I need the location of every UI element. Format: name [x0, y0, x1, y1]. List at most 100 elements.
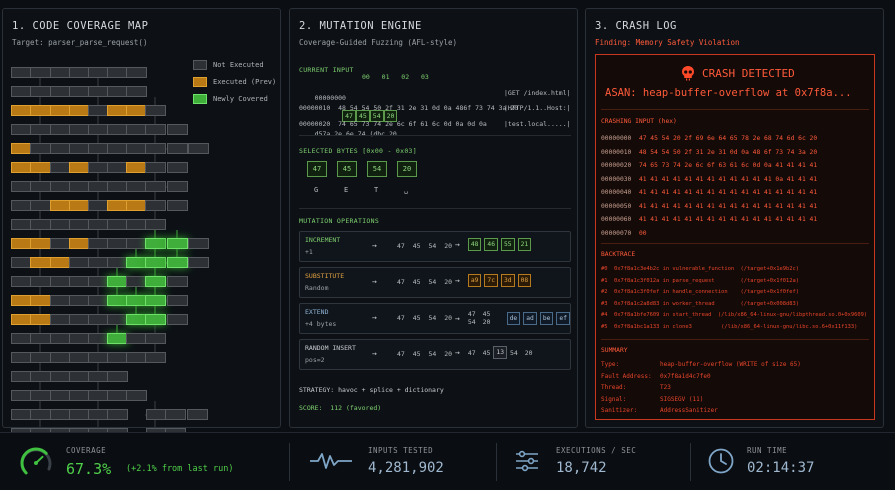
- coverage-block[interactable]: [69, 333, 90, 344]
- coverage-block[interactable]: [107, 67, 128, 78]
- coverage-block[interactable]: [88, 314, 109, 325]
- coverage-block[interactable]: [88, 409, 109, 420]
- coverage-block[interactable]: [126, 86, 147, 97]
- coverage-block[interactable]: [145, 162, 166, 173]
- coverage-block[interactable]: [126, 390, 147, 401]
- backtrace-frame[interactable]: #4 0x7f8a1bfe7609 in start_thread (/lib/…: [601, 312, 867, 318]
- coverage-block[interactable]: [50, 276, 71, 287]
- coverage-block[interactable]: [165, 409, 186, 420]
- coverage-block[interactable]: [126, 352, 147, 363]
- coverage-block[interactable]: [167, 200, 188, 211]
- coverage-block[interactable]: [11, 219, 32, 230]
- coverage-block[interactable]: [107, 86, 128, 97]
- coverage-block[interactable]: [107, 333, 128, 344]
- coverage-block[interactable]: [107, 257, 128, 268]
- coverage-block[interactable]: [50, 124, 71, 135]
- coverage-block[interactable]: [30, 162, 51, 173]
- coverage-block[interactable]: [107, 124, 128, 135]
- coverage-block[interactable]: [50, 333, 71, 344]
- coverage-block[interactable]: [107, 352, 128, 363]
- coverage-block[interactable]: [167, 162, 188, 173]
- coverage-block[interactable]: [11, 200, 32, 211]
- coverage-block[interactable]: [50, 143, 71, 154]
- coverage-block[interactable]: [126, 124, 147, 135]
- backtrace-frame[interactable]: #3 0x7f8a1c2a8d83 in worker_thread (/tar…: [601, 301, 799, 307]
- coverage-block[interactable]: [69, 276, 90, 287]
- coverage-block[interactable]: [11, 257, 32, 268]
- coverage-block[interactable]: [107, 238, 128, 249]
- coverage-block[interactable]: [30, 124, 51, 135]
- coverage-block[interactable]: [50, 257, 71, 268]
- coverage-block[interactable]: [30, 352, 51, 363]
- coverage-block[interactable]: [50, 181, 71, 192]
- coverage-block[interactable]: [167, 276, 188, 287]
- coverage-block[interactable]: [69, 390, 90, 401]
- coverage-block[interactable]: [88, 257, 109, 268]
- coverage-block[interactable]: [88, 238, 109, 249]
- coverage-block[interactable]: [30, 143, 51, 154]
- coverage-block[interactable]: [30, 333, 51, 344]
- coverage-block[interactable]: [69, 124, 90, 135]
- coverage-block[interactable]: [126, 295, 147, 306]
- selected-byte-box[interactable]: 47: [307, 161, 327, 177]
- coverage-block[interactable]: [167, 314, 188, 325]
- selected-byte-box[interactable]: 45: [337, 161, 357, 177]
- coverage-block[interactable]: [30, 371, 51, 382]
- coverage-block[interactable]: [145, 333, 166, 344]
- coverage-block[interactable]: [30, 67, 51, 78]
- coverage-block[interactable]: [69, 352, 90, 363]
- coverage-block[interactable]: [11, 409, 32, 420]
- coverage-block[interactable]: [30, 238, 51, 249]
- coverage-block[interactable]: [88, 86, 109, 97]
- coverage-block[interactable]: [50, 67, 71, 78]
- coverage-block[interactable]: [167, 124, 188, 135]
- coverage-block[interactable]: [69, 314, 90, 325]
- coverage-block[interactable]: [145, 276, 166, 287]
- coverage-block[interactable]: [30, 276, 51, 287]
- coverage-block[interactable]: [88, 67, 109, 78]
- coverage-block[interactable]: [69, 257, 90, 268]
- coverage-block[interactable]: [88, 200, 109, 211]
- coverage-block[interactable]: [50, 162, 71, 173]
- coverage-block[interactable]: [69, 238, 90, 249]
- coverage-block[interactable]: [145, 257, 166, 268]
- coverage-block[interactable]: [11, 333, 32, 344]
- backtrace-frame[interactable]: #1 0x7f8a1c3f012a in parse_request (/tar…: [601, 278, 799, 284]
- coverage-block[interactable]: [145, 352, 166, 363]
- coverage-block[interactable]: [145, 105, 166, 116]
- coverage-block[interactable]: [11, 67, 32, 78]
- backtrace-frame[interactable]: #5 0x7f8a1bc1a133 in clone3 (/lib/x86_64…: [601, 324, 857, 330]
- coverage-block[interactable]: [50, 295, 71, 306]
- coverage-block[interactable]: [107, 295, 128, 306]
- coverage-block[interactable]: [30, 257, 51, 268]
- coverage-block[interactable]: [107, 200, 128, 211]
- coverage-block[interactable]: [88, 105, 109, 116]
- coverage-block[interactable]: [167, 295, 188, 306]
- coverage-block[interactable]: [107, 105, 128, 116]
- coverage-block[interactable]: [126, 67, 147, 78]
- mutation-op-substitute[interactable]: SUBSTITUTE Random → 47 45 54 20 → a9 7c 3d 08: [299, 267, 571, 298]
- coverage-block[interactable]: [30, 409, 51, 420]
- coverage-block[interactable]: [11, 276, 32, 287]
- coverage-block[interactable]: [126, 200, 147, 211]
- coverage-block[interactable]: [30, 390, 51, 401]
- coverage-block[interactable]: [88, 390, 109, 401]
- coverage-block[interactable]: [69, 181, 90, 192]
- coverage-block[interactable]: [107, 371, 128, 382]
- coverage-block[interactable]: [126, 276, 147, 287]
- coverage-block[interactable]: [145, 200, 166, 211]
- backtrace-frame[interactable]: #0 0x7f8a1c3e4b2c in vulnerable_function…: [601, 266, 799, 272]
- coverage-block[interactable]: [126, 238, 147, 249]
- coverage-block[interactable]: [50, 371, 71, 382]
- coverage-block[interactable]: [167, 181, 188, 192]
- coverage-block[interactable]: [30, 181, 51, 192]
- coverage-block[interactable]: [50, 86, 71, 97]
- coverage-block[interactable]: [126, 219, 147, 230]
- coverage-block[interactable]: [69, 162, 90, 173]
- coverage-block[interactable]: [50, 409, 71, 420]
- coverage-block[interactable]: [107, 219, 128, 230]
- selected-byte-box[interactable]: 54: [367, 161, 387, 177]
- coverage-block[interactable]: [167, 238, 188, 249]
- coverage-block[interactable]: [69, 105, 90, 116]
- coverage-block[interactable]: [107, 390, 128, 401]
